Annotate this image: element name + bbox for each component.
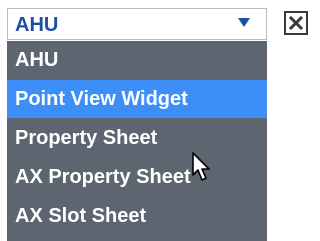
triangle-down-icon [238, 18, 250, 27]
widget-type-select[interactable]: AHU [7, 8, 267, 40]
close-x-icon[interactable] [284, 11, 308, 35]
option-property-sheet[interactable]: Property Sheet [7, 119, 267, 157]
widget-selector-panel: AHU AHU Point View Widget Property Sheet… [0, 0, 308, 241]
option-point-view-widget[interactable]: Point View Widget [7, 80, 267, 118]
option-ahu[interactable]: AHU [7, 41, 267, 79]
option-ax-slot-sheet[interactable]: AX Slot Sheet [7, 197, 267, 235]
widget-type-dropdown: AHU Point View Widget Property Sheet AX … [7, 41, 267, 241]
option-ax-property-sheet[interactable]: AX Property Sheet [7, 158, 267, 196]
select-current-value: AHU [15, 14, 59, 36]
